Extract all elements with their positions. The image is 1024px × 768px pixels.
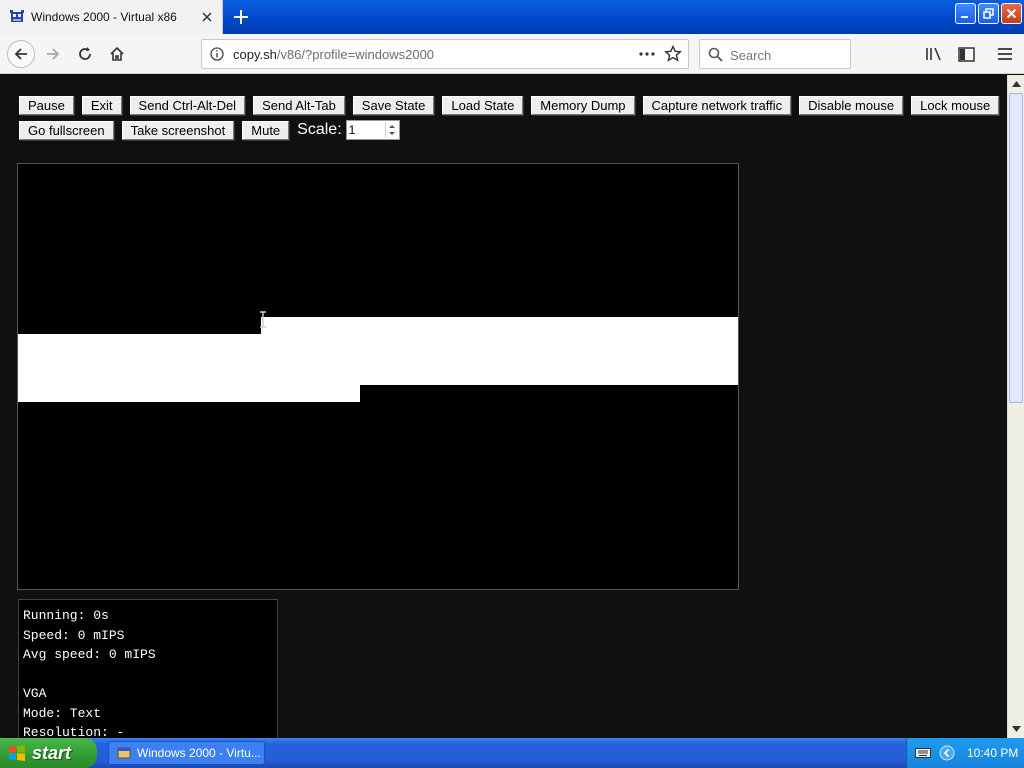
- controls-row-1: Pause Exit Send Ctrl-Alt-Del Send Alt-Ta…: [19, 96, 1007, 115]
- restore-button[interactable]: [978, 3, 999, 24]
- arrow-right-icon: [47, 48, 60, 60]
- restore-icon: [983, 8, 994, 19]
- v86-favicon-icon: [10, 10, 24, 22]
- scroll-up-arrow-icon: [1011, 81, 1021, 87]
- avg-speed: Avg speed: 0 mIPS: [23, 647, 156, 662]
- vga-mode: Mode: Text: [23, 705, 102, 721]
- send-ctrl-alt-del-button[interactable]: Send Ctrl-Alt-Del: [129, 96, 246, 115]
- exit-button[interactable]: Exit: [81, 96, 122, 115]
- screen-white-block: [18, 334, 261, 402]
- scale-spinner[interactable]: [384, 122, 398, 138]
- back-button[interactable]: [7, 40, 35, 68]
- speed: Speed: 0 mIPS: [23, 627, 125, 643]
- page-content: Pause Exit Send Ctrl-Alt-Del Send Alt-Ta…: [0, 75, 1007, 738]
- take-screenshot-button[interactable]: Take screenshot: [121, 120, 235, 140]
- arrow-left-icon: [14, 48, 27, 60]
- clock: 10:40 PM: [967, 746, 1019, 760]
- url-path: /v86/?profile=windows2000: [276, 47, 435, 62]
- taskbar-item-label: Windows 2000 - Virtu...: [137, 746, 261, 760]
- spinner-arrows-icon: [388, 125, 395, 135]
- running-time: Running: 0s: [23, 608, 109, 623]
- keyboard-icon[interactable]: [915, 747, 931, 759]
- text-cursor-icon: [260, 311, 266, 328]
- vga-heading: VGA: [23, 686, 47, 701]
- minimize-button[interactable]: [955, 3, 976, 24]
- info-icon[interactable]: [210, 47, 224, 61]
- search-box[interactable]: [699, 39, 851, 69]
- emulator-screen[interactable]: [17, 163, 739, 590]
- home-icon: [110, 46, 124, 61]
- tab-title: Windows 2000 - Virtual x86: [31, 10, 177, 24]
- lock-mouse-button[interactable]: Lock mouse: [911, 96, 1000, 115]
- tab-close-icon[interactable]: [199, 9, 215, 25]
- minimize-icon: [961, 16, 968, 18]
- home-button[interactable]: [104, 41, 130, 67]
- new-tab-icon[interactable]: [230, 6, 252, 28]
- tray-chevron-icon[interactable]: [939, 745, 955, 761]
- page-actions-icon[interactable]: [638, 46, 656, 62]
- hamburger-menu-icon: [998, 48, 1012, 60]
- capture-network-traffic-button[interactable]: Capture network traffic: [642, 96, 792, 115]
- search-input[interactable]: [730, 46, 845, 64]
- scale-label: Scale:: [297, 121, 342, 138]
- reload-icon: [79, 47, 91, 60]
- memory-dump-button[interactable]: Memory Dump: [531, 96, 635, 115]
- menu-button[interactable]: [992, 41, 1018, 67]
- controls-row-2: Go fullscreen Take screenshot Mute Scale…: [19, 120, 400, 140]
- taskbar-item-browser[interactable]: Windows 2000 - Virtu...: [108, 741, 265, 765]
- page-scrollbar[interactable]: [1007, 75, 1024, 738]
- sidebar-button[interactable]: [953, 41, 979, 67]
- forward-button[interactable]: [40, 41, 66, 67]
- window-controls: [955, 3, 1022, 24]
- bookmark-star-icon[interactable]: [664, 45, 682, 63]
- screen-white-block: [261, 317, 738, 385]
- browser-navbar: copy.sh/v86/?profile=windows2000: [0, 34, 1024, 74]
- browser-titlebar: Windows 2000 - Virtual x86: [0, 0, 1024, 34]
- url-bar[interactable]: copy.sh/v86/?profile=windows2000: [201, 39, 689, 69]
- windows-logo-icon: [9, 745, 25, 761]
- reload-button[interactable]: [72, 41, 98, 67]
- vga-resolution: Resolution: -: [23, 725, 125, 738]
- start-button[interactable]: start: [0, 738, 97, 768]
- scroll-down-button[interactable]: [1008, 721, 1024, 737]
- search-icon: [708, 47, 723, 62]
- scroll-thumb[interactable]: [1009, 93, 1023, 403]
- emulator-stats-panel: Running: 0s Speed: 0 mIPS Avg speed: 0 m…: [18, 599, 278, 738]
- save-state-button[interactable]: Save State: [352, 96, 435, 115]
- library-icon: [926, 47, 941, 61]
- pause-button[interactable]: Pause: [19, 96, 74, 115]
- close-window-button[interactable]: [1001, 3, 1022, 24]
- start-label: start: [32, 742, 72, 763]
- browser-tab[interactable]: Windows 2000 - Virtual x86: [0, 0, 223, 34]
- scroll-down-arrow-icon: [1011, 726, 1021, 732]
- mute-button[interactable]: Mute: [242, 120, 290, 140]
- sidebar-icon: [957, 46, 975, 62]
- close-icon: [1006, 8, 1017, 19]
- url-host: copy.sh: [233, 47, 277, 62]
- url-text: copy.sh/v86/?profile=windows2000: [233, 47, 434, 62]
- windows-taskbar: start Windows 2000 - Virtu... 10:40 PM: [0, 738, 1024, 768]
- send-alt-tab-button[interactable]: Send Alt-Tab: [253, 96, 345, 115]
- load-state-button[interactable]: Load State: [442, 96, 524, 115]
- library-button[interactable]: [921, 41, 947, 67]
- screen-white-block: [261, 385, 360, 402]
- scale-field[interactable]: [345, 120, 400, 140]
- system-tray: 10:40 PM: [906, 738, 1024, 768]
- go-fullscreen-button[interactable]: Go fullscreen: [19, 120, 114, 140]
- browser-window-icon: [117, 747, 131, 759]
- scroll-up-button[interactable]: [1008, 76, 1024, 92]
- disable-mouse-button[interactable]: Disable mouse: [799, 96, 904, 115]
- scale-input[interactable]: [348, 122, 383, 138]
